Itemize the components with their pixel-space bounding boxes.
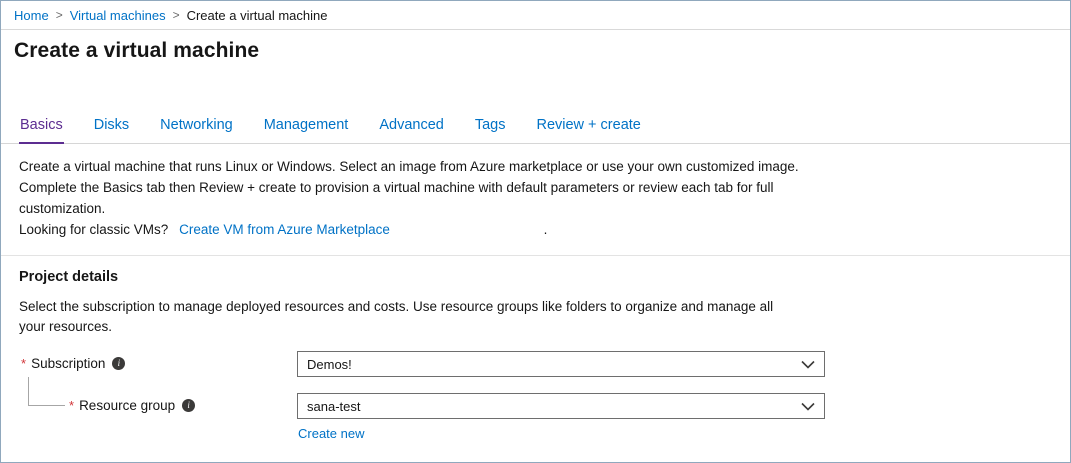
subscription-label: * Subscription i (21, 356, 125, 371)
breadcrumb-virtual-machines[interactable]: Virtual machines (70, 8, 166, 23)
intro-paragraph-1: Create a virtual machine that runs Linux… (19, 157, 813, 178)
project-details-heading: Project details (1, 256, 1070, 285)
required-marker: * (69, 398, 74, 413)
project-details-description: Select the subscription to manage deploy… (1, 285, 821, 338)
create-vm-page: Home > Virtual machines > Create a virtu… (0, 0, 1071, 463)
classic-vm-prefix: Looking for classic VMs? (19, 222, 168, 237)
tab-networking[interactable]: Networking (159, 112, 234, 144)
breadcrumb-current: Create a virtual machine (187, 8, 328, 23)
classic-vm-suffix: . (544, 222, 548, 237)
page-title: Create a virtual machine (1, 30, 1070, 63)
resource-group-dropdown[interactable]: sana-test (297, 393, 825, 419)
tab-tags[interactable]: Tags (474, 112, 507, 144)
classic-vm-row: Looking for classic VMs? Create VM from … (19, 220, 813, 241)
info-icon[interactable]: i (112, 357, 125, 370)
breadcrumb-separator: > (56, 8, 63, 22)
breadcrumb-home[interactable]: Home (14, 8, 49, 23)
create-vm-marketplace-link[interactable]: Create VM from Azure Marketplace (179, 222, 390, 237)
intro-paragraph-2: Complete the Basics tab then Review + cr… (19, 178, 813, 220)
intro-text: Create a virtual machine that runs Linux… (1, 144, 831, 241)
subscription-value: Demos! (307, 357, 352, 372)
tab-advanced[interactable]: Advanced (378, 112, 445, 144)
breadcrumb: Home > Virtual machines > Create a virtu… (1, 1, 1070, 30)
resource-group-label: * Resource group i (69, 398, 195, 413)
tab-review-create[interactable]: Review + create (535, 112, 641, 144)
breadcrumb-separator: > (173, 8, 180, 22)
resource-group-label-text: Resource group (79, 398, 175, 413)
required-marker: * (21, 356, 26, 371)
chevron-down-icon (801, 402, 815, 411)
tab-disks[interactable]: Disks (93, 112, 130, 144)
subscription-label-text: Subscription (31, 356, 105, 371)
subscription-dropdown[interactable]: Demos! (297, 351, 825, 377)
project-details-form: * Subscription i Demos! * Resource group… (1, 343, 1070, 463)
tab-bar: Basics Disks Networking Management Advan… (1, 112, 1070, 144)
resource-group-value: sana-test (307, 399, 360, 414)
tab-basics[interactable]: Basics (19, 112, 64, 144)
tree-connector (28, 377, 65, 406)
create-new-link[interactable]: Create new (298, 426, 364, 441)
tab-management[interactable]: Management (263, 112, 350, 144)
info-icon[interactable]: i (182, 399, 195, 412)
chevron-down-icon (801, 360, 815, 369)
